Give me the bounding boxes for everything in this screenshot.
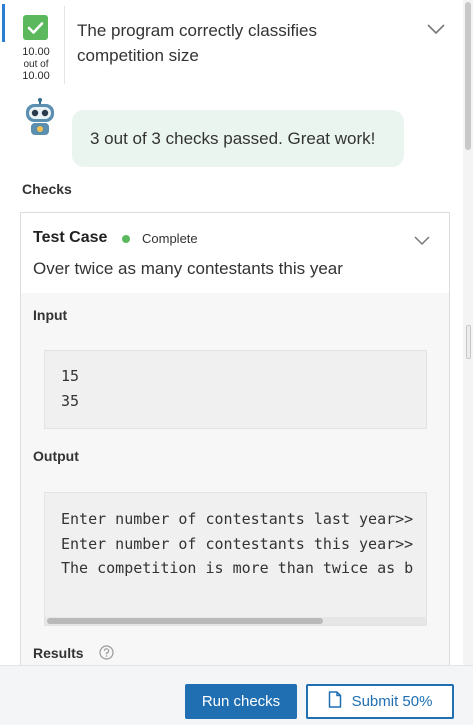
checks-panel: 10.00 out of 10.00 The program correctly… [0, 0, 473, 725]
input-line: 15 [61, 367, 80, 385]
output-box[interactable]: Enter number of contestants last year>> … [44, 492, 427, 626]
scrollbar-thumb[interactable] [47, 618, 323, 624]
run-checks-label: Run checks [201, 693, 281, 710]
resize-handle[interactable] [466, 325, 471, 359]
checks-heading: Checks [22, 181, 72, 197]
divider [64, 6, 65, 84]
score-max: 10.00 [22, 70, 50, 82]
task-title[interactable]: The program correctly classifies competi… [77, 18, 407, 68]
test-case-title: Test Case [33, 229, 108, 246]
status-dot-icon [122, 235, 130, 243]
submit-button[interactable]: Submit 50% [306, 684, 454, 719]
output-line: Enter number of contestants this year>> [61, 535, 414, 553]
output-label: Output [33, 448, 79, 464]
score-value: 10.00 [22, 46, 50, 58]
output-line: The competition is more than twice as b [61, 559, 414, 577]
output-line: Enter number of contestants last year>> [61, 510, 414, 528]
scrollbar-thumb[interactable] [465, 2, 471, 150]
feedback-message: 3 out of 3 checks passed. Great work! [90, 128, 376, 148]
task-title-line1: The program correctly classifies [77, 21, 317, 40]
robot-icon [22, 98, 58, 136]
input-label: Input [33, 307, 68, 323]
document-icon [328, 691, 342, 712]
status-badge: Complete [142, 231, 198, 246]
help-icon[interactable] [99, 645, 114, 660]
run-checks-button[interactable]: Run checks [185, 684, 297, 719]
test-case-header[interactable]: Test Case Complete Over twice as many co… [21, 213, 449, 293]
selected-indicator [2, 4, 5, 42]
score-out-of: out of [23, 59, 49, 70]
test-case-description: Over twice as many contestants this year [33, 259, 343, 278]
submit-label: Submit 50% [351, 693, 433, 710]
chevron-down-icon[interactable] [425, 20, 447, 38]
chevron-down-icon[interactable] [413, 233, 431, 247]
passed-check-icon [23, 15, 48, 40]
horizontal-scrollbar[interactable] [45, 617, 426, 625]
input-box: 15 35 [44, 350, 427, 429]
feedback-bubble: 3 out of 3 checks passed. Great work! [72, 110, 404, 167]
input-line: 35 [61, 392, 80, 410]
action-footer: Run checks Submit 50% [0, 665, 473, 725]
task-title-line2: competition size [77, 46, 199, 65]
test-case-card: Test Case Complete Over twice as many co… [20, 212, 450, 682]
results-label: Results [33, 645, 84, 661]
